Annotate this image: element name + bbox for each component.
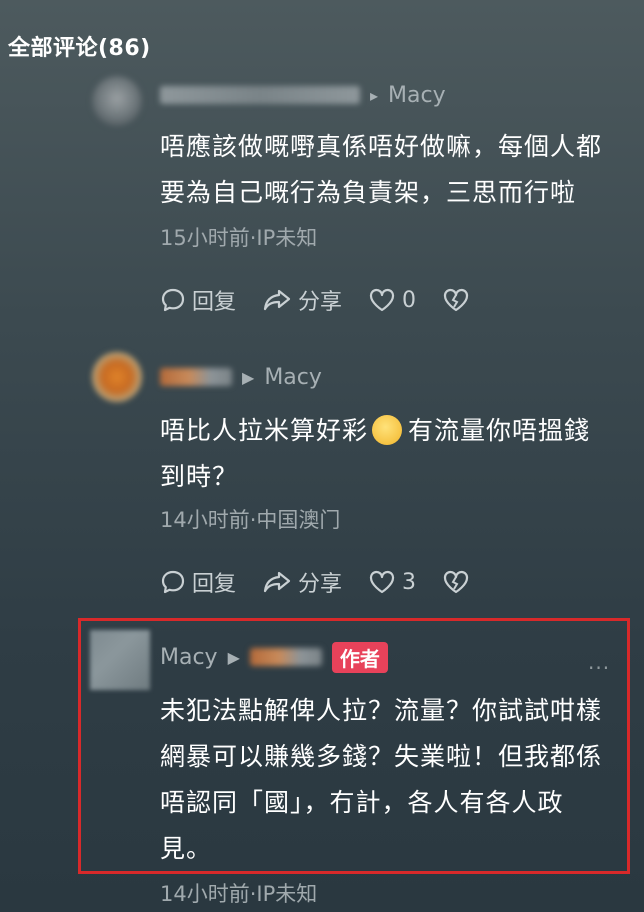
share-button[interactable]: 分享 (262, 566, 342, 598)
comment-meta: 14小时前·中国澳门 (160, 508, 341, 532)
share-icon (262, 569, 292, 595)
avatar[interactable] (90, 630, 150, 690)
share-icon (262, 287, 292, 313)
author-name[interactable]: Macy (160, 645, 218, 670)
reply-to-name[interactable]: Macy (388, 83, 446, 108)
comment-text: 唔比人拉米算好彩 有流量你唔搵錢 到時？ (160, 408, 590, 500)
reply-to-name[interactable]: Macy (264, 365, 322, 390)
username-redacted[interactable] (249, 648, 322, 666)
broken-heart-icon (442, 569, 470, 595)
caret-right-icon: ▶ (242, 367, 255, 387)
reply-label: 回复 (192, 572, 237, 597)
caret-right-icon: ▸ (370, 85, 379, 105)
comment-text: 唔應該做嘅嘢真係唔好做嘛，每個人都 要為自己嘅行為負責架，三思而行啦 (160, 132, 603, 207)
comment-name-row: ▸ Macy (160, 80, 446, 110)
dislike-button[interactable] (442, 569, 470, 595)
like-button[interactable]: 3 (368, 569, 416, 595)
heart-icon (368, 287, 396, 313)
comment-meta: 14小时前·IP未知 (160, 882, 318, 906)
reply-button[interactable]: 回复 (160, 284, 236, 316)
comment-text: 未犯法點解俾人拉？流量？你試試咁樣 網暴可以賺幾多錢？失業啦！但我都係 唔認同「… (160, 696, 603, 863)
comment-icon (160, 569, 186, 595)
share-label: 分享 (298, 290, 343, 315)
like-count: 0 (402, 287, 417, 313)
caret-right-icon: ▶ (227, 647, 240, 667)
comment-actions: 回复 分享 0 (160, 284, 496, 316)
share-button[interactable]: 分享 (262, 284, 342, 316)
comment-meta: 15小时前·IP未知 (160, 226, 318, 250)
reply-button[interactable]: 回复 (160, 566, 236, 598)
heart-icon (368, 569, 396, 595)
comment-text-part: 唔比人拉米算好彩 (160, 416, 369, 445)
dislike-button[interactable] (442, 287, 470, 313)
username-redacted[interactable] (160, 86, 360, 104)
username-redacted[interactable] (160, 368, 232, 386)
page-title: 全部评论(86) (8, 36, 151, 61)
broken-heart-icon (442, 287, 470, 313)
comment-name-row: ▶ Macy (160, 362, 322, 392)
like-count: 3 (402, 569, 417, 595)
like-button[interactable]: 0 (368, 287, 416, 313)
pleading-emoji-icon (372, 415, 403, 445)
comment-actions: 回复 分享 3 (160, 566, 496, 598)
avatar[interactable] (92, 76, 142, 126)
comment-name-row: Macy ▶ 作者 (160, 641, 388, 673)
author-badge: 作者 (331, 641, 388, 673)
comment-text-part: 到時？ (160, 462, 239, 491)
avatar[interactable] (92, 352, 142, 402)
reply-label: 回复 (192, 290, 237, 315)
comment-text-part: 有流量你唔搵錢 (408, 416, 591, 445)
more-options-button[interactable]: ··· (588, 656, 610, 680)
comment-icon (160, 287, 186, 313)
share-label: 分享 (298, 572, 343, 597)
